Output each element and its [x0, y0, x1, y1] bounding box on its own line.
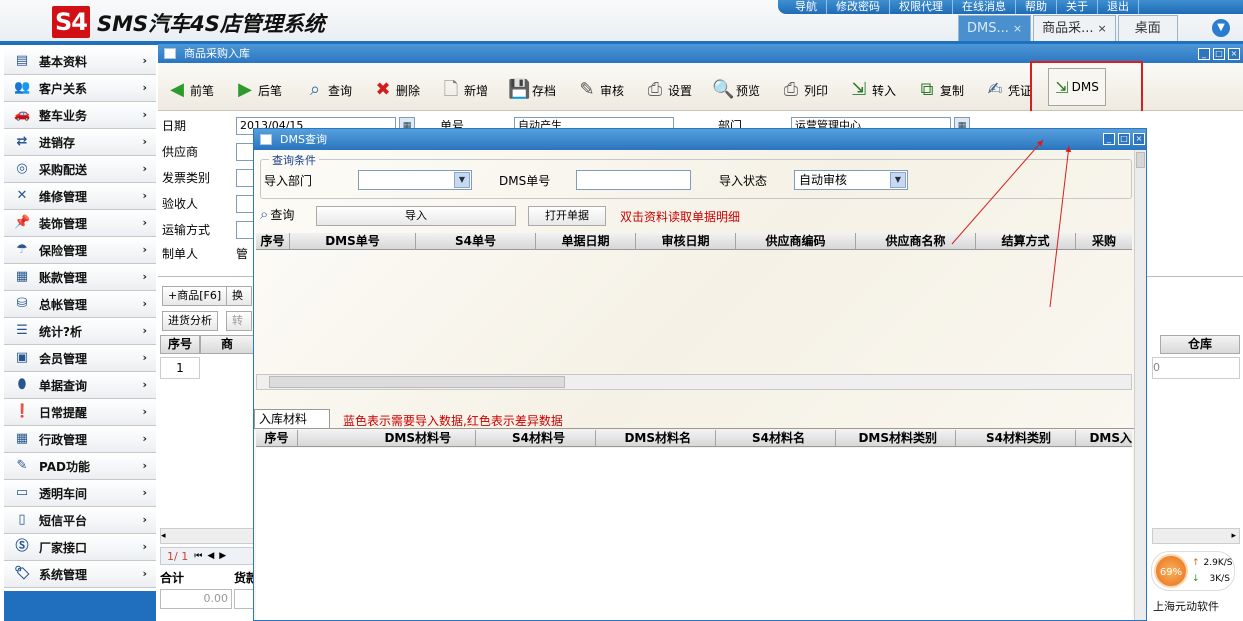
- upload-arrow-icon: ↑: [1192, 558, 1200, 568]
- annotation-arrow: [1049, 145, 1072, 308]
- upload-rate: 2.9K/S: [1203, 558, 1233, 568]
- download-rate: 3K/S: [1209, 574, 1230, 584]
- annotation-arrows: [951, 139, 1072, 308]
- footer-brand: 上海元动软件: [1153, 600, 1219, 613]
- cpu-gauge: 69%: [1154, 554, 1188, 588]
- annotation-arrow: [951, 139, 1044, 245]
- download-arrow-icon: ↓: [1192, 574, 1200, 584]
- network-monitor: 69% ↑ 2.9K/S ↓ 3K/S: [1151, 551, 1235, 591]
